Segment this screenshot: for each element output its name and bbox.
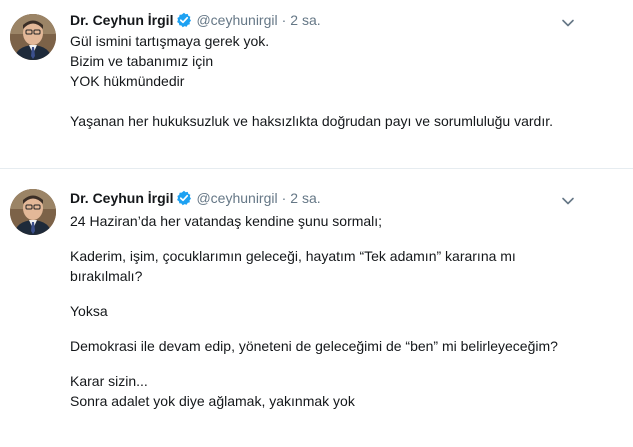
tweet[interactable]: Dr. Ceyhun İrgil @ceyhunirgil · 2 sa. 24 Ha… [0, 168, 633, 447]
tweet-text: Gül ismini tartışmaya gerek yok. Bizim v… [70, 31, 610, 131]
avatar[interactable] [10, 14, 56, 60]
author-handle[interactable]: @ceyhunirgil [196, 190, 277, 206]
tweet-time[interactable]: 2 sa. [290, 12, 320, 28]
tweet-text-line: bırakılmalı? [70, 268, 143, 284]
tweet-text-line: Bizim ve tabanımız için [70, 53, 214, 69]
tweet-text-line: Kaderim, işim, çocuklarımın geleceği, ha… [70, 248, 516, 264]
tweet-text-blank-line [70, 91, 610, 111]
verified-badge-icon [177, 190, 192, 206]
timeline: Dr. Ceyhun İrgil @ceyhunirgil · 2 sa. Gül i… [0, 0, 633, 447]
tweet-time[interactable]: 2 sa. [290, 190, 320, 206]
tweet-header: Dr. Ceyhun İrgil @ceyhunirgil · 2 sa. [70, 188, 321, 208]
author-handle[interactable]: @ceyhunirgil [196, 12, 277, 28]
tweet-text-blank-line [70, 321, 610, 336]
tweet-header: Dr. Ceyhun İrgil @ceyhunirgil · 2 sa. [70, 10, 321, 30]
verified-badge-icon [177, 12, 192, 28]
tweet-text: 24 Haziran’da her vatandaş kendine şunu … [70, 211, 610, 411]
separator-dot: · [281, 190, 287, 206]
tweet-text-line: 24 Haziran’da her vatandaş kendine şunu … [70, 213, 383, 229]
tweet-text-line: Yaşanan her hukuksuzluk ve haksızlıkta d… [70, 113, 554, 129]
tweet[interactable]: Dr. Ceyhun İrgil @ceyhunirgil · 2 sa. Gül i… [0, 0, 633, 168]
avatar[interactable] [10, 189, 56, 235]
author-name[interactable]: Dr. Ceyhun İrgil [70, 12, 173, 28]
tweet-text-line: YOK hükmündedir [70, 73, 185, 89]
tweet-text-blank-line [70, 356, 610, 371]
tweet-text-line: Demokrasi ile devam edip, yöneteni de ge… [70, 338, 558, 354]
tweet-text-line: Sonra adalet yok diye ağlamak, yakınmak … [70, 393, 355, 409]
tweet-text-line: Yoksa [70, 303, 108, 319]
author-name[interactable]: Dr. Ceyhun İrgil [70, 190, 173, 206]
tweet-text-blank-line [70, 286, 610, 301]
chevron-down-icon[interactable] [561, 194, 575, 208]
tweet-text-line: Karar sizin... [70, 373, 148, 389]
tweet-text-line: Gül ismini tartışmaya gerek yok. [70, 33, 270, 49]
tweet-text-blank-line [70, 231, 610, 246]
chevron-down-icon[interactable] [561, 16, 575, 30]
separator-dot: · [281, 12, 287, 28]
